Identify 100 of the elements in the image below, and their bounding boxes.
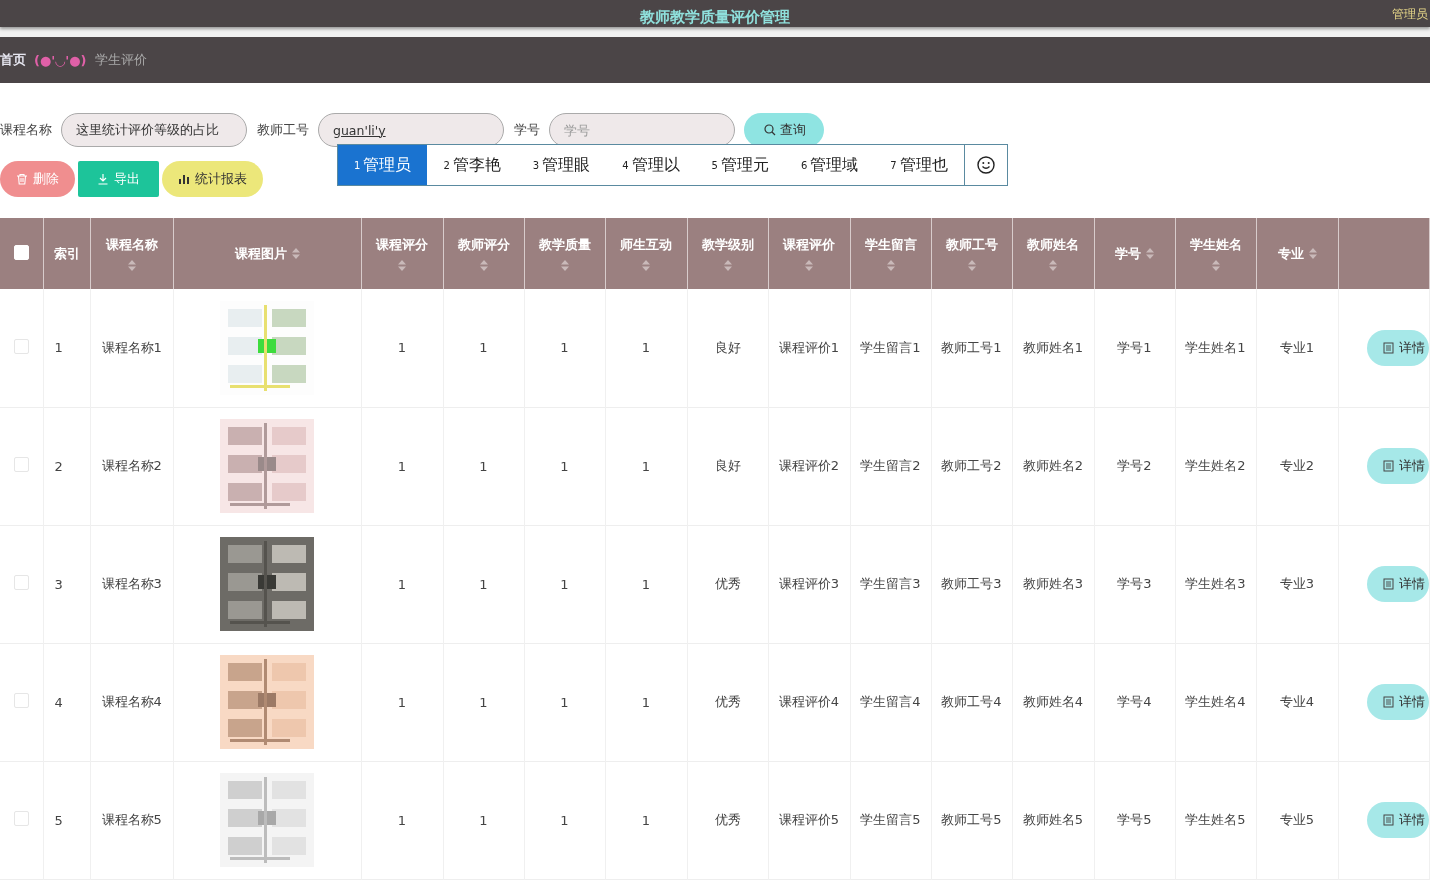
column-header[interactable]: 教师工号 (945, 236, 998, 254)
table-cell: 学生留言3 (860, 576, 921, 591)
search-field[interactable]: 这里统计评价等级的占比 (61, 113, 247, 147)
table-cell: 良好 (714, 339, 741, 355)
table-cell: 1 (560, 458, 569, 474)
search-field[interactable]: 学号 (549, 113, 735, 147)
document-icon (1383, 460, 1394, 472)
ime-candidate[interactable]: 3 管理眼 (516, 145, 607, 185)
table-cell: 学生留言4 (860, 694, 921, 709)
table-cell: 1 (54, 340, 63, 356)
table-cell: 教师工号3 (941, 576, 1002, 591)
column-header[interactable]: 学生姓名 (1189, 236, 1242, 254)
table-cell: 3 (54, 576, 63, 592)
column-header[interactable]: 教师姓名 (1027, 236, 1079, 254)
table-cell: 1 (641, 694, 651, 710)
table-cell: 教师工号5 (941, 812, 1002, 827)
table-cell: 学生姓名3 (1185, 576, 1246, 591)
table-cell: 1 (479, 340, 488, 356)
app-title: 教师教学质量评价管理 (640, 7, 790, 27)
table-cell: 1 (397, 576, 407, 592)
checkbox[interactable] (13, 457, 29, 472)
table-cell: 优秀 (714, 694, 741, 709)
table-cell: 1 (560, 576, 569, 592)
table-cell: 课程评价5 (778, 812, 840, 827)
table-cell: 专业1 (1279, 339, 1315, 355)
details-button[interactable]: 详情 (1367, 802, 1429, 838)
column-header[interactable]: 教学质量 (538, 236, 591, 254)
table-cell: 1 (479, 576, 488, 592)
table-cell: 优秀 (714, 576, 741, 591)
column-header[interactable]: 课程图片 (234, 244, 287, 263)
report-button[interactable]: 统计报表 (162, 161, 263, 197)
ime-candidate[interactable]: 4 管理以 (606, 145, 696, 185)
search-field[interactable]: guan'li'y (318, 113, 504, 147)
column-header[interactable]: 师生互动 (620, 236, 672, 254)
search-button[interactable]: 查询 (744, 113, 824, 147)
document-icon (1383, 696, 1394, 708)
table-cell: 优秀 (714, 812, 741, 827)
column-header[interactable]: 教学级别 (701, 236, 754, 254)
table-cell: 教师工号4 (941, 694, 1002, 709)
column-header[interactable]: 课程评分 (376, 236, 428, 254)
table-cell: 课程名称1 (101, 339, 162, 355)
column-header[interactable]: 学生留言 (864, 236, 917, 254)
checkbox[interactable] (13, 811, 29, 826)
table-cell: 学生留言1 (860, 339, 921, 355)
document-icon (1383, 814, 1394, 826)
document-icon (1383, 341, 1394, 354)
table-cell: 1 (397, 694, 407, 710)
table-cell: 学生姓名4 (1185, 694, 1246, 709)
table-cell: 学号1 (1117, 339, 1152, 355)
trash-icon (16, 173, 28, 185)
field-label: 课程名称 (0, 121, 52, 139)
details-button[interactable]: 详情 (1367, 329, 1429, 366)
search-icon (764, 124, 776, 136)
table-cell: 专业3 (1279, 576, 1315, 591)
table-cell: 学号2 (1117, 458, 1152, 473)
table-cell: 学生姓名2 (1185, 458, 1246, 473)
field-label: 教师工号 (257, 121, 309, 139)
details-button[interactable]: 详情 (1367, 684, 1429, 720)
column-header[interactable]: 专业 (1277, 244, 1304, 263)
table-cell: 课程名称2 (101, 458, 162, 473)
breadcrumb-separator: (●'◡'●) (34, 52, 87, 68)
column-header[interactable]: 教师评分 (457, 236, 510, 254)
ime-candidate[interactable]: 2 管李艳 (427, 145, 517, 185)
details-button[interactable]: 详情 (1367, 566, 1429, 602)
table-cell: 1 (397, 340, 407, 356)
table-cell: 教师姓名5 (1022, 812, 1084, 827)
column-header[interactable]: 课程评价 (783, 236, 835, 254)
column-header[interactable]: 课程名称 (105, 236, 158, 254)
table-cell: 4 (54, 694, 63, 710)
table-cell: 课程评价4 (778, 694, 840, 709)
table-cell: 教师工号1 (941, 339, 1002, 355)
table-cell: 教师姓名1 (1022, 339, 1084, 355)
breadcrumb-link[interactable]: 首页 (0, 51, 26, 69)
checkbox[interactable] (13, 693, 29, 708)
ime-candidate[interactable]: 6 管理域 (784, 145, 875, 185)
table-cell: 课程评价1 (778, 339, 840, 355)
table-cell: 专业5 (1279, 812, 1315, 827)
table-cell: 课程评价3 (778, 576, 840, 591)
checkbox[interactable] (13, 575, 29, 590)
table-cell: 5 (54, 812, 63, 828)
table-cell: 课程名称3 (101, 576, 162, 591)
table-cell: 1 (397, 458, 407, 474)
user-name[interactable]: 管理员 (1392, 6, 1428, 23)
smiley-icon (975, 155, 996, 175)
table-cell: 1 (641, 458, 651, 474)
checkbox[interactable] (13, 338, 29, 354)
table-cell: 专业4 (1279, 694, 1315, 709)
table-cell: 课程名称5 (101, 812, 162, 827)
details-button[interactable]: 详情 (1367, 448, 1429, 484)
table-cell: 1 (397, 812, 407, 828)
ime-candidate[interactable]: 7 管理也 (874, 145, 964, 185)
ime-candidate[interactable]: 1 管理员 (338, 145, 428, 185)
column-header[interactable]: 索引 (53, 244, 80, 263)
table-cell: 1 (641, 340, 651, 356)
table-cell: 学号3 (1117, 576, 1152, 591)
table-cell: 1 (641, 576, 651, 592)
breadcrumb-current: 学生评价 (94, 51, 147, 69)
ime-candidate[interactable]: 5 管理元 (695, 145, 785, 185)
column-header[interactable]: 学号 (1115, 244, 1141, 263)
table-cell: 专业2 (1279, 458, 1315, 473)
